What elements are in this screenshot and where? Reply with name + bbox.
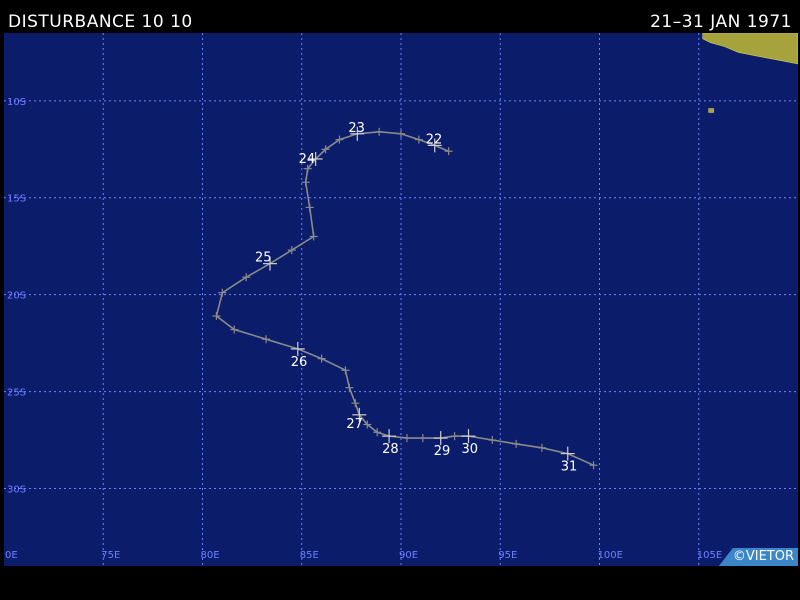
header-bar: DISTURBANCE 10 10 21–31 JAN 1971 bbox=[0, 0, 800, 33]
latitude-label: 15S bbox=[7, 194, 26, 205]
longitude-label: 105E bbox=[697, 550, 722, 561]
day-label: 22 bbox=[426, 132, 443, 147]
latitude-label: 20S bbox=[7, 291, 26, 302]
longitude-label: 85E bbox=[300, 550, 319, 561]
day-label: 31 bbox=[561, 460, 578, 475]
longitude-label: 90E bbox=[399, 550, 418, 561]
day-label: 29 bbox=[434, 444, 451, 459]
landmass bbox=[708, 108, 714, 113]
date-range: 21–31 JAN 1971 bbox=[650, 12, 792, 32]
day-label: 25 bbox=[255, 251, 272, 266]
latitude-label: 30S bbox=[7, 484, 26, 495]
longitude-label: 0E bbox=[5, 550, 18, 561]
day-label: 23 bbox=[348, 121, 365, 136]
map-canvas: 0E 75E 80E 85E 90E 95E 100E 105E 10S 15S 20S 25S 30S… bbox=[4, 33, 798, 566]
day-label: 28 bbox=[382, 442, 399, 457]
day-label: 26 bbox=[291, 355, 308, 370]
map-title: DISTURBANCE 10 10 bbox=[8, 12, 193, 32]
latitude-label: 10S bbox=[7, 97, 26, 108]
longitude-label: 80E bbox=[201, 550, 220, 561]
track-map: 0E 75E 80E 85E 90E 95E 100E 105E 10S 15S 20S 25S 30S… bbox=[4, 33, 798, 566]
footer-bar bbox=[0, 566, 800, 600]
longitude-label: 100E bbox=[598, 550, 623, 561]
day-label: 30 bbox=[461, 442, 478, 457]
day-label: 27 bbox=[346, 417, 363, 432]
longitude-label: 75E bbox=[101, 550, 120, 561]
day-label: 24 bbox=[299, 152, 316, 167]
longitude-label: 95E bbox=[498, 550, 517, 561]
latitude-label: 25S bbox=[7, 388, 26, 399]
